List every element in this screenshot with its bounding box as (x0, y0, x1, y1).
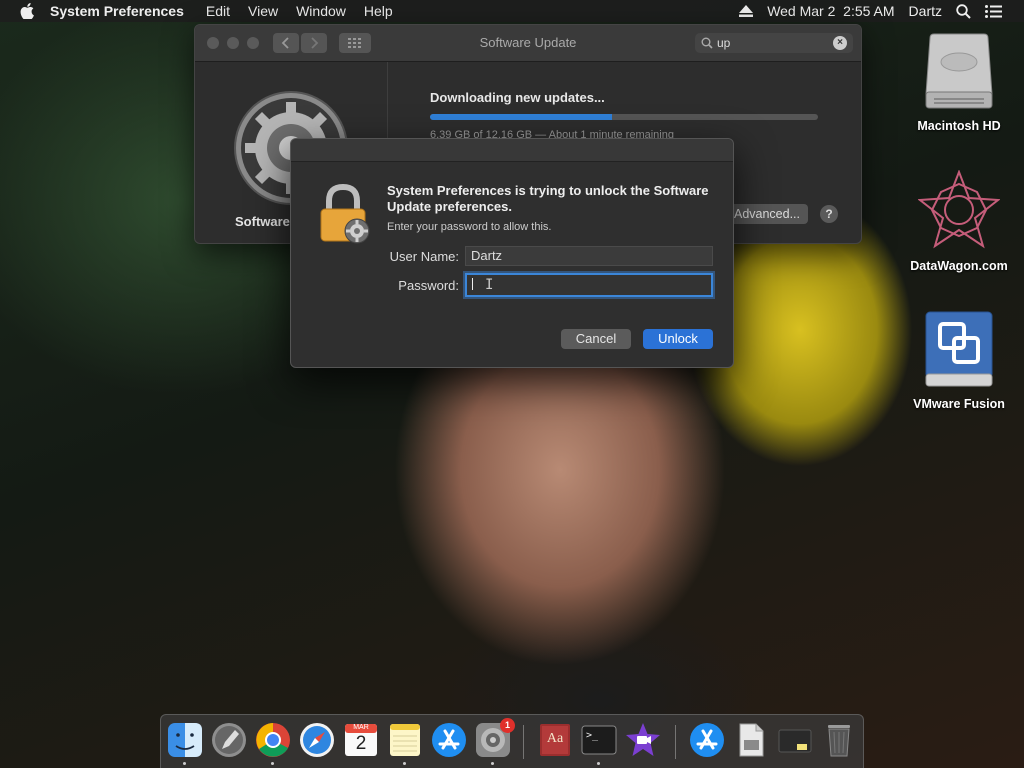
clear-search-icon[interactable]: × (833, 36, 847, 50)
text-caret (472, 278, 473, 290)
password-label: Password: (398, 278, 459, 293)
desktop-icon-macintosh-hd[interactable]: Macintosh HD (904, 32, 1014, 133)
dock-system-preferences[interactable]: 1 (475, 718, 515, 758)
dock: MAR 2 1 Aa >_ (160, 714, 864, 768)
desktop-icon-label: VMware Fusion (913, 397, 1005, 411)
calendar-month: MAR (353, 724, 369, 731)
menu-window[interactable]: Window (296, 3, 346, 19)
downloads-icon (690, 723, 724, 757)
dock-dictionary[interactable]: Aa (537, 722, 573, 758)
menu-app-name[interactable]: System Preferences (50, 3, 184, 19)
username-label: User Name: (389, 249, 459, 264)
dock-separator (523, 725, 524, 759)
app-store-icon (432, 723, 466, 757)
running-indicator (183, 762, 186, 765)
running-indicator (597, 762, 600, 765)
terminal-glyph: >_ (586, 730, 599, 741)
username-field[interactable]: Dartz (465, 246, 713, 266)
menu-help[interactable]: Help (364, 3, 393, 19)
help-button[interactable]: ? (820, 205, 838, 223)
cancel-button[interactable]: Cancel (561, 329, 631, 349)
menu-edit[interactable]: Edit (206, 3, 230, 19)
dock-terminal[interactable]: >_ (581, 722, 617, 758)
running-indicator (403, 762, 406, 765)
dock-folder[interactable] (777, 722, 813, 758)
lock-icon (317, 183, 373, 250)
hard-drive-icon (904, 32, 1014, 113)
dock-calendar[interactable]: MAR 2 (343, 722, 379, 758)
search-input[interactable]: up × (695, 33, 853, 53)
menu-view[interactable]: View (248, 3, 278, 19)
unlock-button[interactable]: Unlock (643, 329, 713, 349)
folder-icon (778, 729, 812, 753)
username-value: Dartz (471, 248, 503, 263)
trash-icon (828, 725, 850, 757)
desktop-icon-vmware-fusion[interactable]: VMware Fusion (904, 310, 1014, 411)
search-value: up (717, 36, 731, 50)
menu-clock[interactable]: Wed Mar 2 2:55 AM (767, 3, 894, 19)
authentication-dialog: System Preferences is trying to unlock t… (290, 138, 734, 368)
dock-launchpad[interactable] (211, 722, 247, 758)
desktop-icon-datawagon[interactable]: DataWagon.com (904, 169, 1014, 273)
notes-icon (390, 724, 420, 756)
running-indicator (491, 762, 494, 765)
search-icon (701, 37, 713, 52)
desktop-icon-label: Macintosh HD (917, 119, 1001, 133)
download-title: Downloading new updates... (430, 90, 605, 105)
menu-user[interactable]: Dartz (909, 3, 942, 19)
imovie-icon (626, 723, 660, 756)
ibeam-cursor-icon: I (485, 277, 494, 293)
download-progress-bar (430, 114, 818, 120)
window-titlebar[interactable]: Software Update up × (195, 25, 861, 62)
dictionary-glyph: Aa (546, 731, 564, 746)
download-progress-fill (430, 114, 613, 120)
password-field[interactable]: I (465, 273, 713, 297)
dock-separator (675, 725, 676, 759)
notification-badge: 1 (500, 718, 515, 733)
vmware-fusion-icon (904, 310, 1014, 391)
notification-center-icon[interactable] (985, 4, 1002, 18)
dialog-subtext: Enter your password to allow this. (387, 221, 552, 233)
dock-google-chrome[interactable] (255, 722, 291, 758)
running-indicator (271, 762, 274, 765)
dock-app-store[interactable] (431, 722, 467, 758)
dock-finder[interactable] (167, 722, 203, 758)
apple-menu-icon[interactable] (20, 3, 34, 19)
launchpad-icon (212, 723, 246, 757)
dock-notes[interactable] (387, 722, 423, 758)
dock-imovie[interactable] (625, 722, 661, 758)
advanced-button[interactable]: Advanced... (726, 204, 808, 224)
safari-icon (300, 723, 334, 757)
document-icon (739, 723, 764, 757)
finder-icon (168, 723, 202, 757)
spotlight-search-icon[interactable] (956, 3, 971, 19)
chrome-icon (256, 723, 290, 757)
sidebar-label: Software (235, 214, 290, 229)
dock-downloads[interactable] (689, 722, 725, 758)
dock-document[interactable] (733, 722, 769, 758)
dialog-heading: System Preferences is trying to unlock t… (387, 183, 709, 214)
dock-trash[interactable] (821, 722, 857, 758)
dock-safari[interactable] (299, 722, 335, 758)
datawagon-star-icon (904, 169, 1014, 253)
dialog-titlebar (291, 139, 733, 162)
menu-bar: System Preferences Edit View Window Help… (0, 0, 1024, 22)
desktop-icon-label: DataWagon.com (910, 259, 1008, 273)
eject-icon[interactable] (739, 5, 754, 17)
calendar-day: 2 (355, 733, 367, 754)
